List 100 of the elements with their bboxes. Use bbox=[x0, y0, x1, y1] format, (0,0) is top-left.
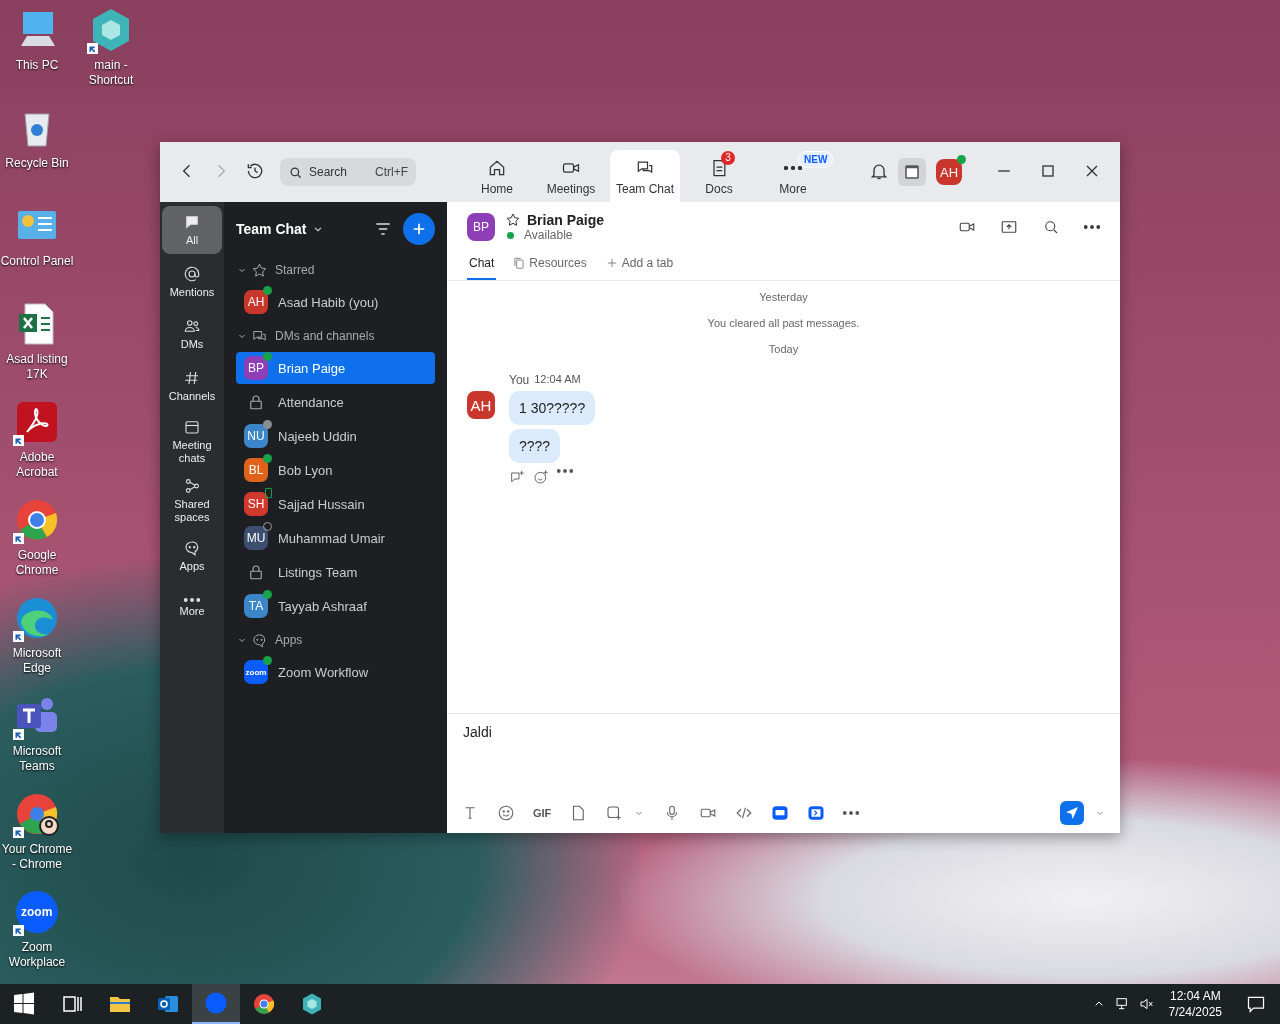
desktop-icon-label[interactable]: Your Chrome - Chrome bbox=[0, 842, 74, 872]
rail-item[interactable]: Apps bbox=[162, 532, 222, 580]
chat-list-item[interactable]: SH Sajjad Hussain bbox=[236, 488, 435, 520]
desktop-icon-label[interactable]: Adobe Acrobat bbox=[0, 450, 74, 480]
chat-list-item[interactable]: zoom Zoom Workflow bbox=[236, 656, 435, 688]
more-icon[interactable] bbox=[843, 811, 860, 815]
shortcut-arrow-icon bbox=[13, 925, 24, 936]
chat-list-item[interactable]: NU Najeeb Uddin bbox=[236, 420, 435, 452]
nav-tab[interactable]: Meetings bbox=[536, 150, 606, 202]
desktop-icon-label[interactable]: Control Panel bbox=[0, 254, 74, 269]
section-title: Apps bbox=[275, 633, 303, 647]
desktop-icon-label[interactable]: Microsoft Teams bbox=[0, 744, 74, 774]
share-screen-icon[interactable] bbox=[1000, 218, 1018, 236]
section-title: DMs and channels bbox=[275, 329, 375, 343]
chat-list-item[interactable]: AH Asad Habib (you) bbox=[236, 286, 435, 318]
chat-name: Sajjad Hussain bbox=[278, 496, 365, 512]
chat-name: Attendance bbox=[278, 394, 344, 410]
nav-tab[interactable]: Team Chat bbox=[610, 150, 680, 202]
chat-name: Asad Habib (you) bbox=[278, 294, 379, 310]
nav-tab[interactable]: 3 Docs bbox=[684, 150, 754, 202]
rail-item[interactable]: Mentions bbox=[162, 258, 222, 306]
search-field[interactable]: Search Ctrl+F bbox=[280, 158, 416, 186]
rail-item[interactable]: Meeting chats bbox=[162, 414, 222, 469]
more-icon bbox=[184, 598, 200, 602]
contact-avatar[interactable]: BP bbox=[467, 213, 495, 241]
nav-tab[interactable]: Home bbox=[462, 150, 532, 202]
app-icon bbox=[903, 163, 921, 181]
more-icon[interactable] bbox=[1084, 225, 1100, 229]
lock-icon bbox=[247, 393, 265, 411]
speaker-muted-icon[interactable] bbox=[1138, 996, 1155, 1012]
sender-name: You bbox=[509, 373, 530, 387]
gif-button[interactable]: GIF bbox=[533, 807, 552, 819]
rail-item[interactable]: All bbox=[162, 206, 222, 254]
more-icon bbox=[784, 165, 802, 170]
chat-list-item[interactable]: TA Tayyab Ashraaf bbox=[236, 590, 435, 622]
clock-time[interactable]: 12:04 AM bbox=[1169, 988, 1221, 1004]
chat-tab[interactable]: Resources bbox=[510, 250, 589, 280]
chat-tab[interactable]: Chat bbox=[467, 250, 497, 280]
rail-item[interactable]: Shared spaces bbox=[162, 473, 222, 528]
rail-item[interactable]: More bbox=[162, 584, 222, 632]
clock-date[interactable]: 7/24/2025 bbox=[1168, 1004, 1222, 1020]
shortcut-hint: Ctrl+F bbox=[375, 165, 408, 179]
desktop-icon-label[interactable]: Recycle Bin bbox=[0, 156, 74, 171]
section-header[interactable]: Apps bbox=[236, 626, 435, 654]
chat-name: Tayyab Ashraaf bbox=[278, 598, 367, 614]
chat-tab[interactable]: Add a tab bbox=[602, 250, 676, 280]
shortcut-arrow-icon bbox=[87, 43, 98, 54]
hash-icon bbox=[183, 369, 201, 387]
send-icon bbox=[1064, 805, 1080, 821]
desktop-icon-label[interactable]: This PC bbox=[0, 58, 74, 73]
emoji-icon[interactable] bbox=[497, 804, 515, 822]
chat-list-item[interactable]: Attendance bbox=[236, 386, 435, 418]
zoom-logo-text: zoom bbox=[21, 905, 53, 919]
chat-name: Zoom Workflow bbox=[278, 664, 369, 680]
more-icon[interactable] bbox=[557, 469, 573, 473]
rail-item[interactable]: Channels bbox=[162, 362, 222, 410]
count-badge: 3 bbox=[721, 150, 735, 165]
screenshot-icon[interactable] bbox=[605, 804, 624, 822]
chat-name: Bob Lyon bbox=[278, 462, 333, 478]
calendar-icon bbox=[183, 418, 201, 436]
new-chat-button[interactable] bbox=[403, 213, 435, 245]
search-icon[interactable] bbox=[1042, 218, 1060, 236]
star-icon[interactable] bbox=[505, 212, 521, 228]
panel-title[interactable]: Team Chat bbox=[236, 221, 307, 237]
chat-list-item[interactable]: Listings Team bbox=[236, 556, 435, 588]
windows-start-icon bbox=[12, 992, 36, 1016]
system-message: You cleared all past messages. bbox=[707, 317, 860, 329]
message-bubble: 1 30????? bbox=[509, 391, 596, 425]
rail-item[interactable]: DMs bbox=[162, 310, 222, 358]
history-icon[interactable] bbox=[245, 161, 265, 181]
chat-list-item[interactable]: BP Brian Paige bbox=[236, 352, 435, 384]
section-title: Starred bbox=[275, 263, 315, 277]
desktop-icon-label[interactable]: Google Chrome bbox=[0, 548, 74, 578]
speech-bubble-icon bbox=[251, 631, 268, 649]
avatar: MU bbox=[244, 526, 268, 550]
desktop-icon-label[interactable]: Zoom Workplace bbox=[0, 940, 74, 970]
apps-button[interactable] bbox=[898, 158, 926, 186]
chat-list-item[interactable]: MU Muhammad Umair bbox=[236, 522, 435, 554]
contact-name: Brian Paige bbox=[527, 212, 605, 228]
send-button[interactable] bbox=[1060, 801, 1084, 825]
desktop-icon-label[interactable]: main - Shortcut bbox=[74, 58, 148, 88]
notifications-icon[interactable] bbox=[1246, 994, 1266, 1014]
desktop-icon-label[interactable]: Asad listing 17K bbox=[0, 352, 74, 382]
clips-icon[interactable] bbox=[807, 804, 826, 822]
add-reaction-icon[interactable] bbox=[533, 469, 549, 485]
new-badge: NEW bbox=[798, 150, 834, 168]
whiteboard-icon[interactable] bbox=[771, 804, 790, 822]
chat-name: Listings Team bbox=[278, 564, 358, 580]
nodes-icon bbox=[183, 477, 201, 495]
desktop-icon-label[interactable]: Microsoft Edge bbox=[0, 646, 74, 676]
documents-icon bbox=[512, 256, 527, 270]
reply-icon[interactable] bbox=[509, 469, 525, 485]
shortcut-arrow-icon bbox=[13, 729, 24, 740]
chat-name: Brian Paige bbox=[278, 360, 346, 376]
section-header[interactable]: Starred bbox=[236, 256, 435, 284]
at-sign-icon bbox=[183, 265, 201, 283]
section-header[interactable]: DMs and channels bbox=[236, 322, 435, 350]
date-separator: Yesterday bbox=[759, 291, 808, 303]
chat-list-item[interactable]: BL Bob Lyon bbox=[236, 454, 435, 486]
star-icon bbox=[251, 261, 268, 279]
